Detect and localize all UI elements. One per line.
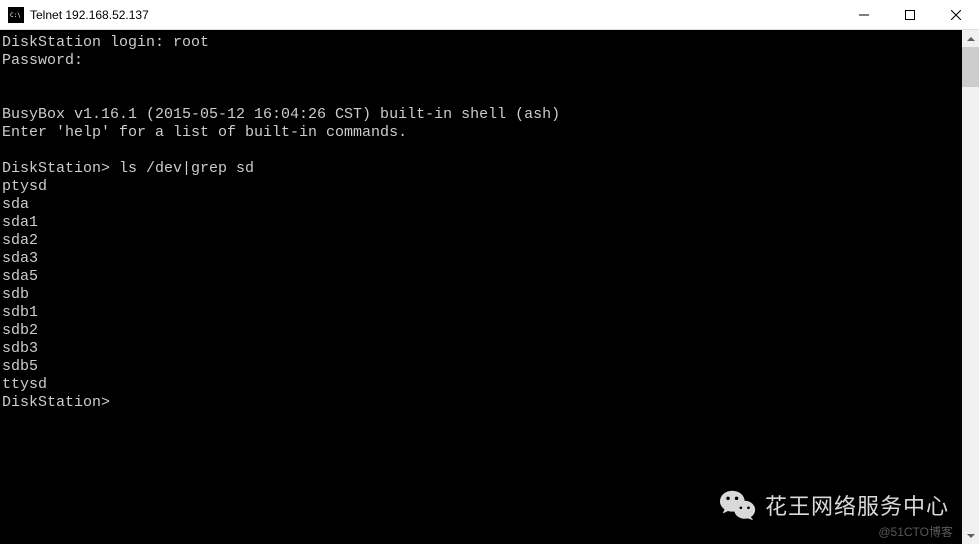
minimize-button[interactable] (841, 0, 887, 29)
window-controls (841, 0, 979, 29)
maximize-button[interactable] (887, 0, 933, 29)
scrollbar-thumb[interactable] (962, 47, 979, 87)
scrollbar-down-button[interactable] (962, 527, 979, 544)
cmd-icon: C:\ (8, 7, 24, 23)
titlebar[interactable]: C:\ Telnet 192.168.52.137 (0, 0, 979, 30)
terminal-window: C:\ Telnet 192.168.52.137 DiskStation lo… (0, 0, 979, 544)
window-title: Telnet 192.168.52.137 (30, 8, 841, 22)
vertical-scrollbar[interactable] (962, 30, 979, 544)
scrollbar-up-button[interactable] (962, 30, 979, 47)
content-area: DiskStation login: root Password: BusyBo… (0, 30, 979, 544)
terminal-output[interactable]: DiskStation login: root Password: BusyBo… (0, 30, 962, 544)
close-button[interactable] (933, 0, 979, 29)
svg-text:C:\: C:\ (10, 12, 21, 19)
